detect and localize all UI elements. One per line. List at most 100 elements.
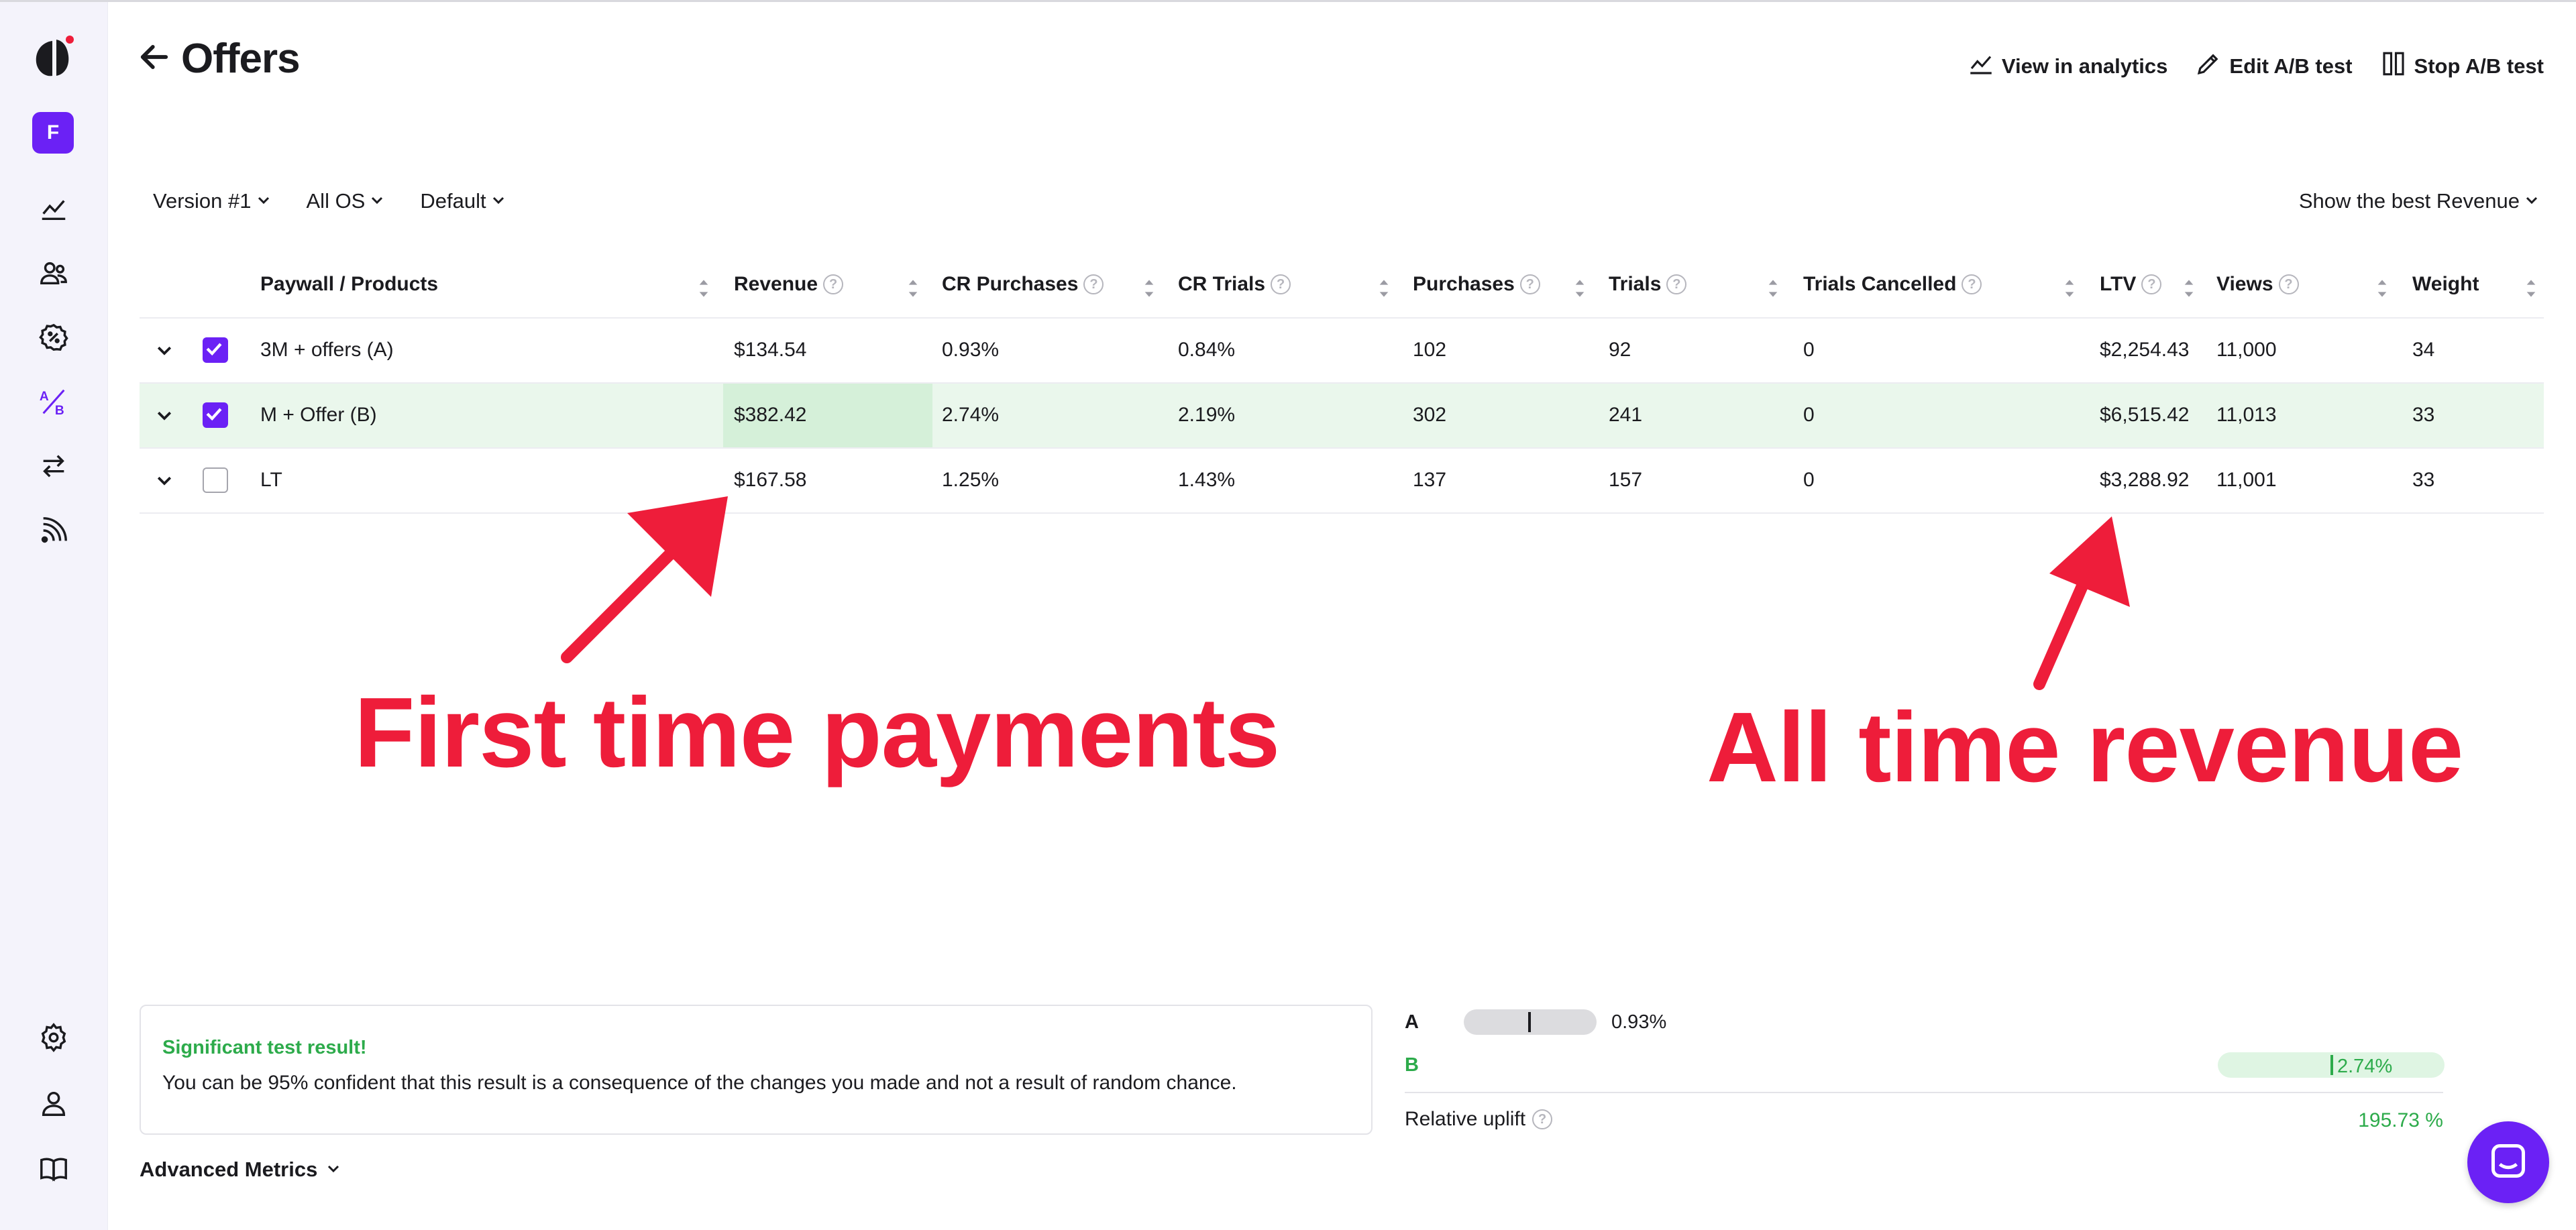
sort-icon[interactable] [1378,277,1390,300]
help-icon[interactable]: ? [823,274,844,294]
profile-icon[interactable] [34,1083,74,1123]
row-checkbox[interactable] [203,467,228,493]
help-icon[interactable]: ? [1532,1109,1553,1129]
variant-a-bar [1464,1009,1597,1035]
trials-cancelled-cell: 0 [1803,339,1815,361]
sort-icon[interactable] [1143,277,1155,300]
stop-ab-test-button[interactable]: Stop A/B test [2379,50,2544,83]
annotation-all-time-revenue: All time revenue [1707,692,2463,803]
docs-book-icon[interactable] [34,1149,74,1189]
column-header-trials[interactable]: Trials? [1609,273,1687,296]
sort-icon[interactable] [2183,277,2195,300]
sidebar: F AB [0,2,108,1230]
row-checkbox[interactable] [203,337,228,363]
app-logo[interactable] [32,34,74,81]
column-header-weight[interactable]: Weight [2412,273,2479,296]
sort-icon[interactable] [2063,277,2076,300]
trials-cancelled-cell: 0 [1803,404,1815,426]
column-header-cr-purchases[interactable]: CR Purchases? [942,273,1104,296]
variant-b-value: 2.74% [2337,1056,2393,1077]
ltv-cell: $6,515.42 [2100,404,2190,426]
row-checkbox[interactable] [203,402,228,428]
variant-b-bar [2218,1052,2445,1078]
workspace-avatar[interactable]: F [32,112,74,154]
ab-test-icon[interactable]: AB [34,382,74,422]
trials-cell: 157 [1609,469,1643,491]
help-icon[interactable]: ? [2278,274,2299,294]
help-icon[interactable]: ? [1271,274,1291,294]
trials-cell: 92 [1609,339,1631,361]
chat-icon [2488,1141,2528,1184]
sort-icon[interactable] [1574,277,1586,300]
cr-purchases-cell: 0.93% [942,339,1000,361]
revenue-cell: $167.58 [734,469,807,491]
stop-columns-icon [2379,50,2408,83]
expand-chevron-icon[interactable] [154,470,174,490]
paywall-name: M + Offer (B) [260,404,377,426]
column-header-ltv[interactable]: LTV? [2100,273,2162,296]
column-header-cr-trials[interactable]: CR Trials? [1178,273,1291,296]
promo-badge-icon[interactable] [34,317,74,357]
view-in-analytics-button[interactable]: View in analytics [1967,50,2167,83]
column-header-paywall[interactable]: Paywall / Products [260,273,438,296]
sort-icon[interactable] [907,277,919,300]
arrow-to-ltv [2033,516,2130,690]
sort-icon[interactable] [698,277,710,300]
analytics-icon[interactable] [34,188,74,229]
settings-icon[interactable] [34,1017,74,1058]
sort-icon[interactable] [2376,277,2388,300]
column-header-trials-cancelled[interactable]: Trials Cancelled? [1803,273,1982,296]
filter-bar: Version #1 All OS Default [153,189,506,213]
chevron-down-icon [490,189,506,213]
revenue-cell: $382.42 [734,404,807,426]
column-header-purchases[interactable]: Purchases? [1413,273,1540,296]
paywall-name: 3M + offers (A) [260,339,394,361]
purchases-cell: 102 [1413,339,1447,361]
expand-chevron-icon[interactable] [154,405,174,425]
edit-ab-test-button[interactable]: Edit A/B test [2194,50,2353,83]
column-header-views[interactable]: Views? [2216,273,2299,296]
help-icon[interactable]: ? [1083,274,1104,294]
back-arrow-icon[interactable] [137,40,172,78]
support-chat-button[interactable] [2467,1121,2549,1203]
help-icon[interactable]: ? [2141,274,2162,294]
pencil-icon [2194,50,2222,83]
ab-results-table: Paywall / Products Revenue? CR Purchases… [140,257,2544,514]
uplift-divider [1405,1092,2443,1093]
variant-a-label: A [1405,1011,1419,1033]
placement-dropdown[interactable]: Default [420,189,506,213]
ltv-cell: $3,288.92 [2100,469,2190,491]
purchases-cell: 137 [1413,469,1447,491]
help-icon[interactable]: ? [1962,274,1982,294]
revenue-cell: $134.54 [734,339,807,361]
variant-a-marker [1528,1012,1531,1032]
feed-icon[interactable] [34,510,74,551]
help-icon[interactable]: ? [1666,274,1687,294]
expand-chevron-icon[interactable] [154,340,174,360]
table-row-winner[interactable]: M + Offer (B) $382.42 2.74% 2.19% 302 24… [140,384,2544,449]
chevron-down-icon [369,189,385,213]
paywall-name: LT [260,469,282,491]
arrow-to-revenue [561,496,728,663]
table-row[interactable]: LT $167.58 1.25% 1.43% 137 157 0 $3,288.… [140,449,2544,514]
page-header: Offers [137,35,301,82]
variant-b-label: B [1405,1054,1419,1076]
advanced-metrics-toggle[interactable]: Advanced Metrics [140,1158,341,1182]
transactions-icon[interactable] [34,446,74,486]
window-top-border [0,0,2576,2]
trials-cell: 241 [1609,404,1643,426]
page-title: Offers [181,36,301,82]
sort-icon[interactable] [2525,277,2537,300]
table-row[interactable]: 3M + offers (A) $134.54 0.93% 0.84% 102 … [140,319,2544,384]
version-dropdown[interactable]: Version #1 [153,189,272,213]
weight-cell: 33 [2412,469,2435,491]
os-dropdown[interactable]: All OS [307,189,386,213]
result-title: Significant test result! [162,1037,367,1058]
column-header-revenue[interactable]: Revenue? [734,273,844,296]
help-icon[interactable]: ? [1519,274,1540,294]
views-cell: 11,013 [2216,404,2277,426]
audience-icon[interactable] [34,253,74,293]
cr-trials-cell: 0.84% [1178,339,1236,361]
sort-icon[interactable] [1767,277,1779,300]
show-best-dropdown[interactable]: Show the best Revenue [2299,189,2540,213]
